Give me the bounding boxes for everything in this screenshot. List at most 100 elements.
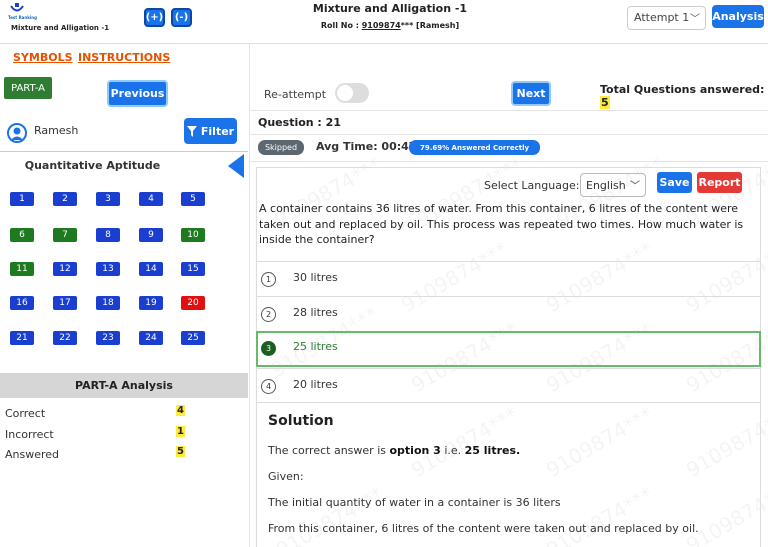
chevron-down-icon: ﹀ (630, 181, 640, 192)
option-number: 1 (261, 272, 276, 287)
question-button-25[interactable]: 25 (181, 331, 205, 345)
question-button-21[interactable]: 21 (10, 331, 34, 345)
toggle-knob (337, 85, 353, 101)
question-button-24[interactable]: 24 (139, 331, 163, 345)
instructions-link[interactable]: INSTRUCTIONS (78, 51, 170, 64)
divider (257, 402, 760, 403)
attempt-select[interactable]: Attempt 1 ﹀ (627, 6, 706, 30)
save-button[interactable]: Save (657, 172, 692, 193)
answered-correctly-badge: 79.69% Answered Correctly (409, 140, 540, 155)
solution-answer-prefix: The correct answer is (268, 444, 390, 457)
question-button-18[interactable]: 18 (96, 296, 120, 310)
question-button-12[interactable]: 12 (53, 262, 77, 276)
total-answered-value: 5 (600, 96, 610, 109)
filter-button[interactable]: Filter (184, 118, 237, 144)
option-1[interactable]: 1 30 litres (257, 261, 760, 295)
question-button-2[interactable]: 2 (53, 192, 77, 206)
total-answered-label: Total Questions answered: (600, 83, 765, 96)
test-name: Mixture and Alligation -1 (11, 24, 110, 32)
divider (250, 134, 768, 135)
part-badge[interactable]: PART-A (4, 77, 52, 99)
question-text: A container contains 36 litres of water.… (259, 202, 744, 246)
incorrect-label: Incorrect (5, 428, 54, 441)
collapse-panel-icon[interactable] (228, 154, 244, 178)
question-button-17[interactable]: 17 (53, 296, 77, 310)
given-line: The initial quantity of water in a conta… (268, 496, 561, 509)
language-select[interactable]: English ﹀ (580, 173, 646, 197)
option-3-correct[interactable]: 3 25 litres (256, 331, 761, 367)
solution-answer-option: option 3 (389, 444, 441, 457)
roll-label: Roll No : (320, 21, 362, 30)
total-answered: Total Questions answered: 5 (600, 83, 768, 109)
question-button-19[interactable]: 19 (139, 296, 163, 310)
roll-number: Roll No : 9109874*** [Ramesh] (300, 21, 480, 30)
divider (250, 161, 768, 162)
option-2[interactable]: 2 28 litres (257, 296, 760, 330)
question-number: Question : 21 (258, 116, 341, 129)
correct-count: 4 (176, 405, 185, 416)
avg-time: Avg Time: 00:47 (316, 140, 417, 153)
question-button-4[interactable]: 4 (139, 192, 163, 206)
question-button-7[interactable]: 7 (53, 228, 77, 242)
chevron-down-icon: ﹀ (690, 14, 700, 25)
language-value: English (586, 179, 626, 192)
question-button-6[interactable]: 6 (10, 228, 34, 242)
filter-label: Filter (200, 124, 235, 138)
solution-answer-value: 25 litres. (464, 444, 521, 457)
question-button-5[interactable]: 5 (181, 192, 205, 206)
symbols-link[interactable]: SYMBOLS (13, 51, 73, 64)
question-button-10[interactable]: 10 (181, 228, 205, 242)
given-label: Given: (268, 470, 304, 483)
solution-answer: The correct answer is option 3 i.e. 25 l… (268, 444, 520, 457)
question-button-22[interactable]: 22 (53, 331, 77, 345)
question-button-8[interactable]: 8 (96, 228, 120, 242)
roll-value: 9109874 (361, 21, 401, 30)
answered-label: Answered (5, 448, 60, 461)
reattempt-toggle[interactable] (335, 83, 369, 103)
solution-title: Solution (268, 413, 334, 429)
question-button-13[interactable]: 13 (96, 262, 120, 276)
option-text: 28 litres (293, 306, 338, 319)
option-text: 20 litres (293, 378, 338, 391)
panel-divider (249, 44, 250, 547)
zoom-in-button[interactable]: (+) (144, 8, 165, 27)
question-button-3[interactable]: 3 (96, 192, 120, 206)
question-button-11[interactable]: 11 (10, 262, 34, 276)
answered-count: 5 (176, 446, 185, 457)
roll-suffix: *** [Ramesh] (400, 21, 460, 30)
filter-icon (186, 125, 197, 137)
top-header: Test Ranking Mixture and Alligation -1 (… (0, 0, 768, 44)
previous-button[interactable]: Previous (107, 80, 168, 107)
analysis-header: PART-A Analysis (0, 373, 248, 398)
solution-answer-mid: i.e. (440, 444, 465, 457)
logo-text: Test Ranking (8, 15, 37, 20)
option-text: 30 litres (293, 271, 338, 284)
option-text: 25 litres (293, 340, 338, 353)
question-button-20[interactable]: 20 (181, 296, 205, 310)
page-title: Mixture and Alligation -1 (312, 2, 468, 15)
zoom-out-button[interactable]: (-) (171, 8, 192, 27)
analysis-button[interactable]: Analysis (712, 5, 764, 28)
option-4[interactable]: 4 20 litres (257, 368, 760, 402)
option-number: 4 (261, 379, 276, 394)
question-button-15[interactable]: 15 (181, 262, 205, 276)
given-line: From this container, 6 litres of the con… (268, 522, 699, 535)
question-button-14[interactable]: 14 (139, 262, 163, 276)
option-number: 2 (261, 307, 276, 322)
skipped-badge: Skipped (258, 140, 304, 155)
report-button[interactable]: Report (697, 172, 742, 193)
question-button-16[interactable]: 16 (10, 296, 34, 310)
incorrect-count: 1 (176, 426, 185, 437)
next-button[interactable]: Next (511, 81, 551, 106)
section-title: Quantitative Aptitude (24, 159, 161, 172)
user-avatar-icon (7, 123, 27, 143)
question-button-9[interactable]: 9 (139, 228, 163, 242)
reattempt-label: Re-attempt (264, 88, 327, 101)
question-button-23[interactable]: 23 (96, 331, 120, 345)
divider (0, 151, 248, 152)
question-button-1[interactable]: 1 (10, 192, 34, 206)
select-language-label: Select Language: (484, 179, 580, 192)
divider (250, 110, 768, 111)
option-number: 3 (261, 341, 276, 356)
attempt-value: Attempt 1 (634, 11, 690, 24)
